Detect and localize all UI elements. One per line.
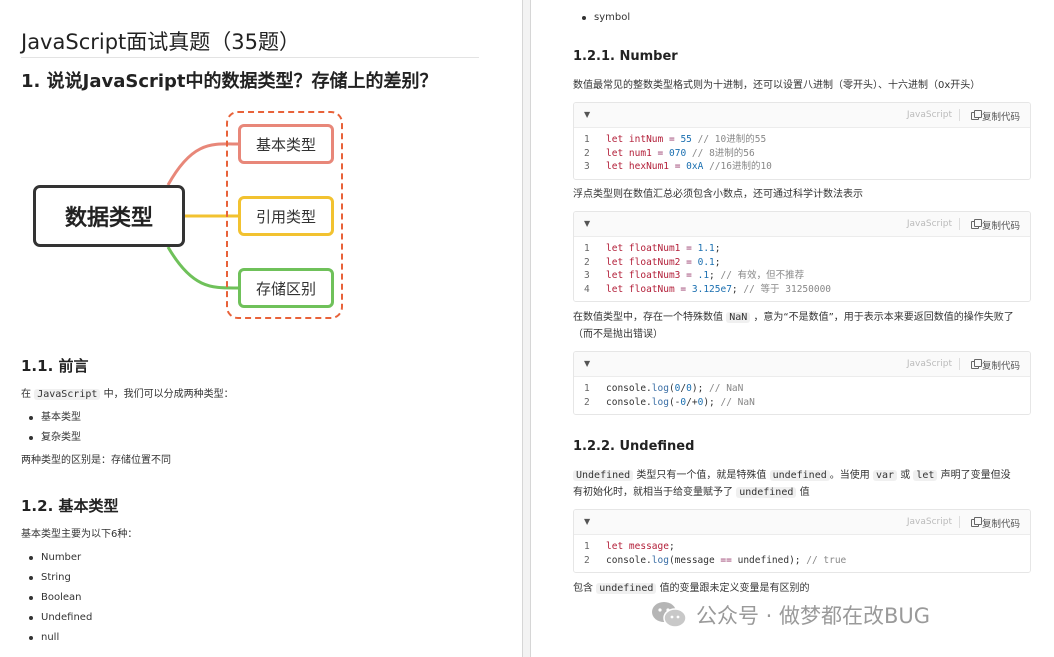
list-item: String [28, 568, 92, 588]
basic-types-list: Number String Boolean Undefined null [28, 548, 92, 648]
code-line: 2 console.log(message == undefined); // t… [584, 554, 847, 566]
undefined-footer: 包含 undefined 值的变量跟未定义变量是有区别的 [573, 583, 810, 594]
copy-code-button[interactable]: 复制代码 [970, 516, 1020, 530]
wechat-icon [652, 602, 687, 628]
inline-code: Undefined [573, 470, 634, 481]
code-toolbar: ▼ JavaScript 复制代码 [574, 510, 1030, 535]
data-types-mindmap: 数据类型 基本类型 引用类型 存储区别 [28, 105, 358, 325]
copy-code-button[interactable]: 复制代码 [970, 218, 1020, 232]
inline-code: undefined [736, 487, 797, 498]
basic-types-intro: 基本类型主要为以下6种： [21, 529, 138, 540]
code-line: 1 let intNum = 55 // 10进制的55 [584, 134, 767, 145]
toolbar-separator [959, 109, 960, 121]
watermark-text: 公众号 · 做梦都在改BUG [696, 604, 931, 628]
copy-code-button[interactable]: 复制代码 [970, 109, 1020, 123]
collapse-caret-icon[interactable]: ▼ [584, 359, 590, 368]
mindmap-node-storage: 存储区别 [238, 268, 334, 308]
watermark: 公众号 · 做梦都在改BUG [650, 600, 930, 630]
preface-note: 两种类型的区别是：存储位置不同 [21, 455, 171, 466]
mindmap-node-basic: 基本类型 [238, 124, 334, 164]
toolbar-separator [959, 516, 960, 528]
continued-list: symbol [581, 8, 630, 28]
section-heading-preface: 1.1. 前言 [21, 357, 89, 375]
copy-icon [970, 219, 982, 229]
inline-code: undefined [596, 583, 657, 594]
float-intro: 浮点类型则在数值汇总必须包含小数点，还可通过科学计数法表示 [573, 189, 863, 200]
undefined-paragraph-line2: 有初始化时，就相当于给变量赋予了 undefined 值 [573, 487, 810, 498]
list-item: symbol [581, 8, 630, 28]
list-item: 复杂类型 [28, 428, 81, 448]
copy-icon [970, 517, 982, 527]
code-toolbar: ▼ JavaScript 复制代码 [574, 212, 1030, 237]
collapse-caret-icon[interactable]: ▼ [584, 517, 590, 526]
list-item: Number [28, 548, 92, 568]
section-heading-undefined: 1.2.2. Undefined [573, 439, 695, 454]
code-line: 4 let floatNum = 3.125e7; // 等于 31250000 [584, 283, 832, 295]
mindmap-node-reference: 引用类型 [238, 196, 334, 236]
toolbar-separator [959, 358, 960, 370]
list-item: Boolean [28, 588, 92, 608]
left-page: JavaScript面试真题（35题） 1. 说说JavaScript中的数据类… [0, 0, 522, 657]
code-line: 1 let message; [584, 541, 675, 552]
code-line: 3 let floatNum3 = .1; // 有效，但不推荐 [584, 270, 805, 281]
document-title: JavaScript面试真题（35题） [21, 30, 300, 54]
collapse-caret-icon[interactable]: ▼ [584, 219, 590, 228]
right-page: symbol 1.2.1. Number 数值最常见的整数类型格式则为十进制，还… [531, 0, 1054, 657]
collapse-caret-icon[interactable]: ▼ [584, 110, 590, 119]
code-toolbar: ▼ JavaScript 复制代码 [574, 103, 1030, 128]
code-line: 2 let num1 = 070 // 8进制的56 [584, 147, 755, 159]
inline-code: NaN [726, 312, 751, 323]
toolbar-separator [959, 218, 960, 230]
preface-list: 基本类型 复杂类型 [28, 408, 81, 448]
copy-code-button[interactable]: 复制代码 [970, 358, 1020, 372]
code-body: 1 let intNum = 55 // 10进制的55 2 let num1 = … [574, 128, 1030, 179]
code-body: 1 let message; 2 console.log(message == un… [574, 535, 1030, 572]
code-line: 1 let floatNum1 = 1.1; [584, 243, 721, 254]
code-body: 1 console.log(0/0); // NaN 2 console.log(-… [574, 377, 1030, 414]
code-line: 1 console.log(0/0); // NaN [584, 383, 744, 394]
question-heading: 1. 说说JavaScript中的数据类型？存储上的差别？ [21, 71, 438, 92]
code-line: 3 let hexNum1 = 0xA //16进制的10 [584, 161, 772, 172]
code-block-undefined: ▼ JavaScript 复制代码 1 let message; 2 console… [573, 509, 1031, 573]
code-language-label: JavaScript [906, 517, 952, 527]
code-language-label: JavaScript [906, 110, 952, 120]
inline-code: undefined [769, 470, 830, 481]
code-line: 2 let floatNum2 = 0.1; [584, 256, 721, 268]
title-divider [21, 57, 479, 58]
inline-code: let [913, 470, 938, 481]
code-block-nan: ▼ JavaScript 复制代码 1 console.log(0/0); // … [573, 351, 1031, 415]
list-item: Undefined [28, 608, 92, 628]
inline-code: JavaScript [34, 389, 101, 400]
nan-paragraph: 在数值类型中，存在一个特殊数值 NaN ，意为“不是数值”，用于表示本来要返回数… [573, 312, 1014, 323]
undefined-paragraph: Undefined 类型只有一个值，就是特殊值 undefined 。当使用 va… [573, 468, 1011, 484]
code-language-label: JavaScript [906, 219, 952, 229]
list-item: null [28, 628, 92, 648]
inline-code: var [872, 470, 897, 481]
copy-icon [970, 110, 982, 120]
copy-icon [970, 359, 982, 369]
list-item: 基本类型 [28, 408, 81, 428]
code-line: 2 console.log(-0/+0); // NaN [584, 396, 755, 408]
code-language-label: JavaScript [906, 359, 952, 369]
code-block-integers: ▼ JavaScript 复制代码 1 let intNum = 55 // 10… [573, 102, 1031, 180]
number-intro: 数值最常见的整数类型格式则为十进制，还可以设置八进制（零开头）、十六进制（0x开… [573, 80, 981, 91]
section-heading-number: 1.2.1. Number [573, 49, 678, 64]
code-toolbar: ▼ JavaScript 复制代码 [574, 352, 1030, 377]
code-block-floats: ▼ JavaScript 复制代码 1 let floatNum1 = 1.1; … [573, 211, 1031, 302]
preface-paragraph: 在 JavaScript 中，我们可以分成两种类型： [21, 389, 234, 400]
section-heading-basic-types: 1.2. 基本类型 [21, 497, 119, 515]
mindmap-root: 数据类型 [33, 185, 185, 247]
page-divider [522, 0, 531, 657]
code-body: 1 let floatNum1 = 1.1; 2 let floatNum2 = 0… [574, 237, 1030, 301]
nan-paragraph-line2: （而不是抛出错误） [573, 329, 663, 340]
